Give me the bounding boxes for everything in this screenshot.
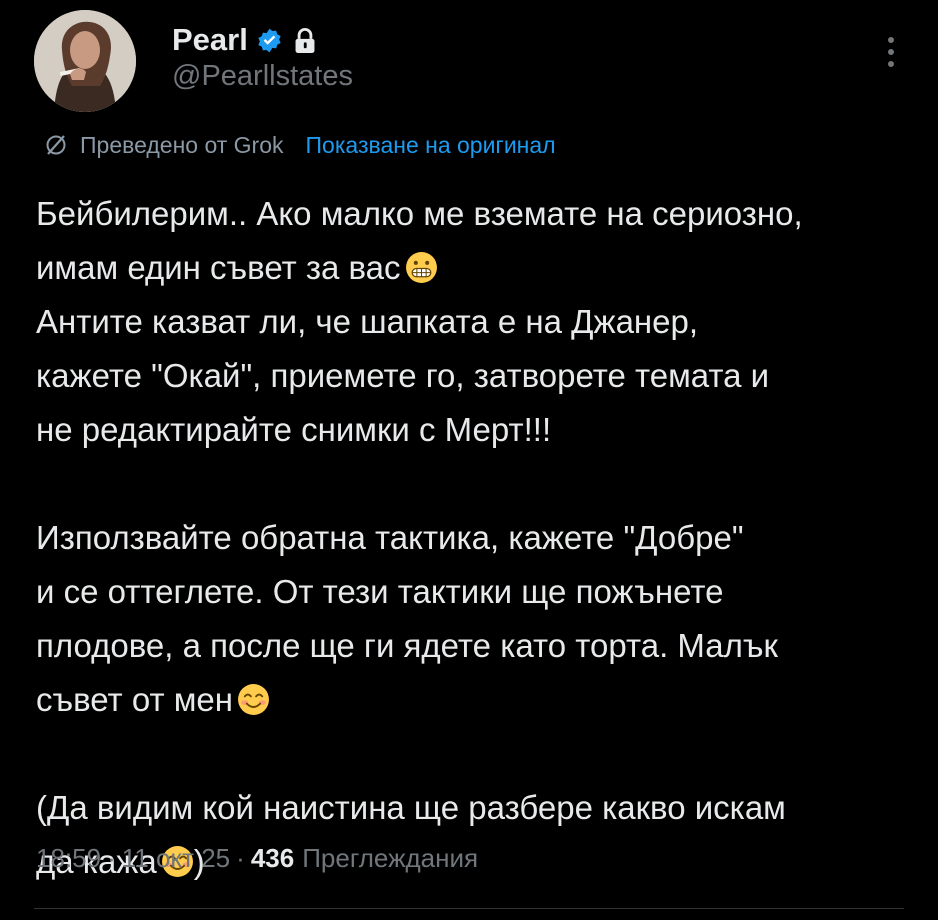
post-paragraph-1: Бейбилерим.. Ако малко ме вземате на сер… (36, 187, 926, 457)
author-name-row: Pearl (172, 20, 317, 60)
post-line: не редактирайте снимки с Мерт!!! (36, 411, 552, 448)
meta-separator: · (236, 842, 245, 873)
author-avatar[interactable] (34, 10, 136, 112)
post-date[interactable]: 11 окт 25 (122, 843, 230, 874)
views-label: Преглеждания (302, 842, 479, 873)
post-line: Използвайте обратна тактика, кажете "Доб… (36, 519, 744, 556)
post-line: Антите казват ли, че шапката е на Джанер… (36, 303, 699, 340)
post-line: и се оттеглете. От тези тактики ще пожън… (36, 573, 724, 610)
post-meta: 18:59 · 11 окт 25 · 436 Преглеждания (36, 838, 478, 878)
post-line: съвет от мен (36, 673, 926, 727)
more-options-icon[interactable] (880, 34, 902, 70)
post-line: плодове, а после ще ги ядете като торта.… (36, 627, 778, 664)
grok-icon (46, 135, 66, 155)
views-count[interactable]: 436 (251, 843, 294, 874)
author-name[interactable]: Pearl (172, 22, 248, 58)
meta-separator: · (107, 842, 116, 873)
post-line: Бейбилерим.. Ако малко ме вземате на сер… (36, 195, 803, 232)
post-line: имам един съвет за вас (36, 241, 926, 295)
author-handle[interactable]: @Pearllstates (172, 60, 353, 93)
smiling-face-emoji-icon (238, 684, 269, 715)
divider (34, 908, 904, 909)
translated-by-label: Преведено от Grok (80, 131, 284, 158)
post-time[interactable]: 18:59 (36, 843, 101, 874)
verified-badge-icon (258, 28, 281, 52)
grimacing-face-emoji-icon (405, 252, 437, 283)
translation-bar: Преведено от Grok Показване на оригинал (44, 128, 556, 162)
lock-icon (295, 27, 315, 53)
show-original-link[interactable]: Показване на оригинал (306, 132, 556, 159)
post-line: (Да видим кой наистина ще разбере какво … (36, 789, 786, 826)
post-text: Бейбилерим.. Ако малко ме вземате на сер… (36, 187, 926, 889)
post-paragraph-2: Използвайте обратна тактика, кажете "Доб… (36, 511, 926, 727)
post-line: кажете "Окай", приемете го, затворете те… (36, 357, 770, 394)
